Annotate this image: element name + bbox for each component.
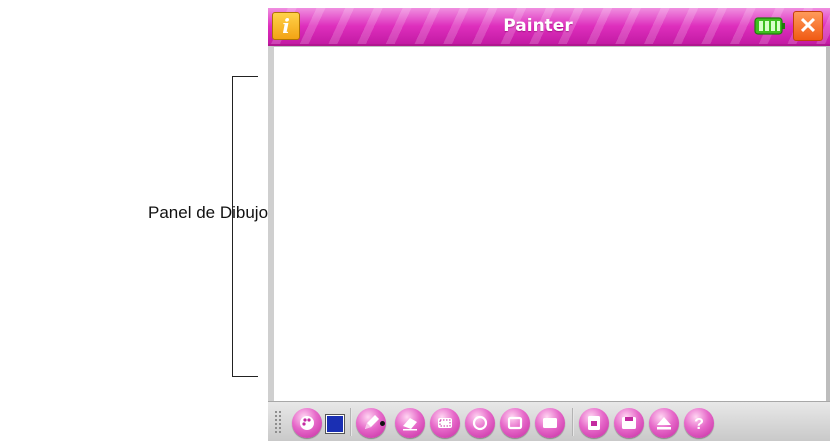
close-icon: ✕	[798, 13, 818, 38]
eject-icon	[657, 417, 671, 430]
eraser-button[interactable]	[395, 408, 425, 438]
close-button[interactable]: ✕	[793, 11, 823, 41]
help-button[interactable]: ?	[684, 408, 714, 438]
info-button[interactable]: i	[272, 12, 300, 40]
select-button[interactable]	[430, 408, 460, 438]
painter-window: i Painter ✕ ?	[268, 8, 830, 441]
help-icon: ?	[694, 416, 704, 433]
new-button[interactable]	[579, 408, 609, 438]
circle-icon	[472, 415, 488, 431]
rectangle-outline-button[interactable]	[500, 408, 530, 438]
rectangle-filled-icon	[543, 418, 557, 428]
toolbar-grip[interactable]	[274, 410, 282, 434]
brush-size-indicator[interactable]	[380, 421, 385, 426]
drawing-canvas[interactable]	[268, 46, 830, 401]
info-icon: i	[282, 14, 290, 38]
circle-button[interactable]	[465, 408, 495, 438]
toolbar-separator	[572, 408, 574, 436]
eraser-icon	[403, 418, 417, 431]
annotation-bracket	[232, 76, 258, 377]
rectangle-outline-icon	[507, 416, 523, 430]
new-document-icon	[588, 416, 600, 430]
rectangle-filled-button[interactable]	[535, 408, 565, 438]
save-button[interactable]	[614, 408, 644, 438]
selection-icon	[438, 418, 452, 428]
tool-bar: ?	[268, 401, 830, 441]
eject-button[interactable]	[649, 408, 679, 438]
toolbar-separator	[350, 408, 352, 436]
palette-button[interactable]	[292, 408, 322, 438]
title-bar: i Painter ✕	[268, 8, 830, 46]
svg-text:?: ?	[694, 416, 704, 433]
battery-icon	[754, 17, 785, 35]
save-icon	[622, 417, 636, 429]
palette-icon	[300, 416, 314, 430]
window-title: Painter	[503, 16, 573, 36]
current-color-swatch[interactable]	[325, 414, 345, 434]
